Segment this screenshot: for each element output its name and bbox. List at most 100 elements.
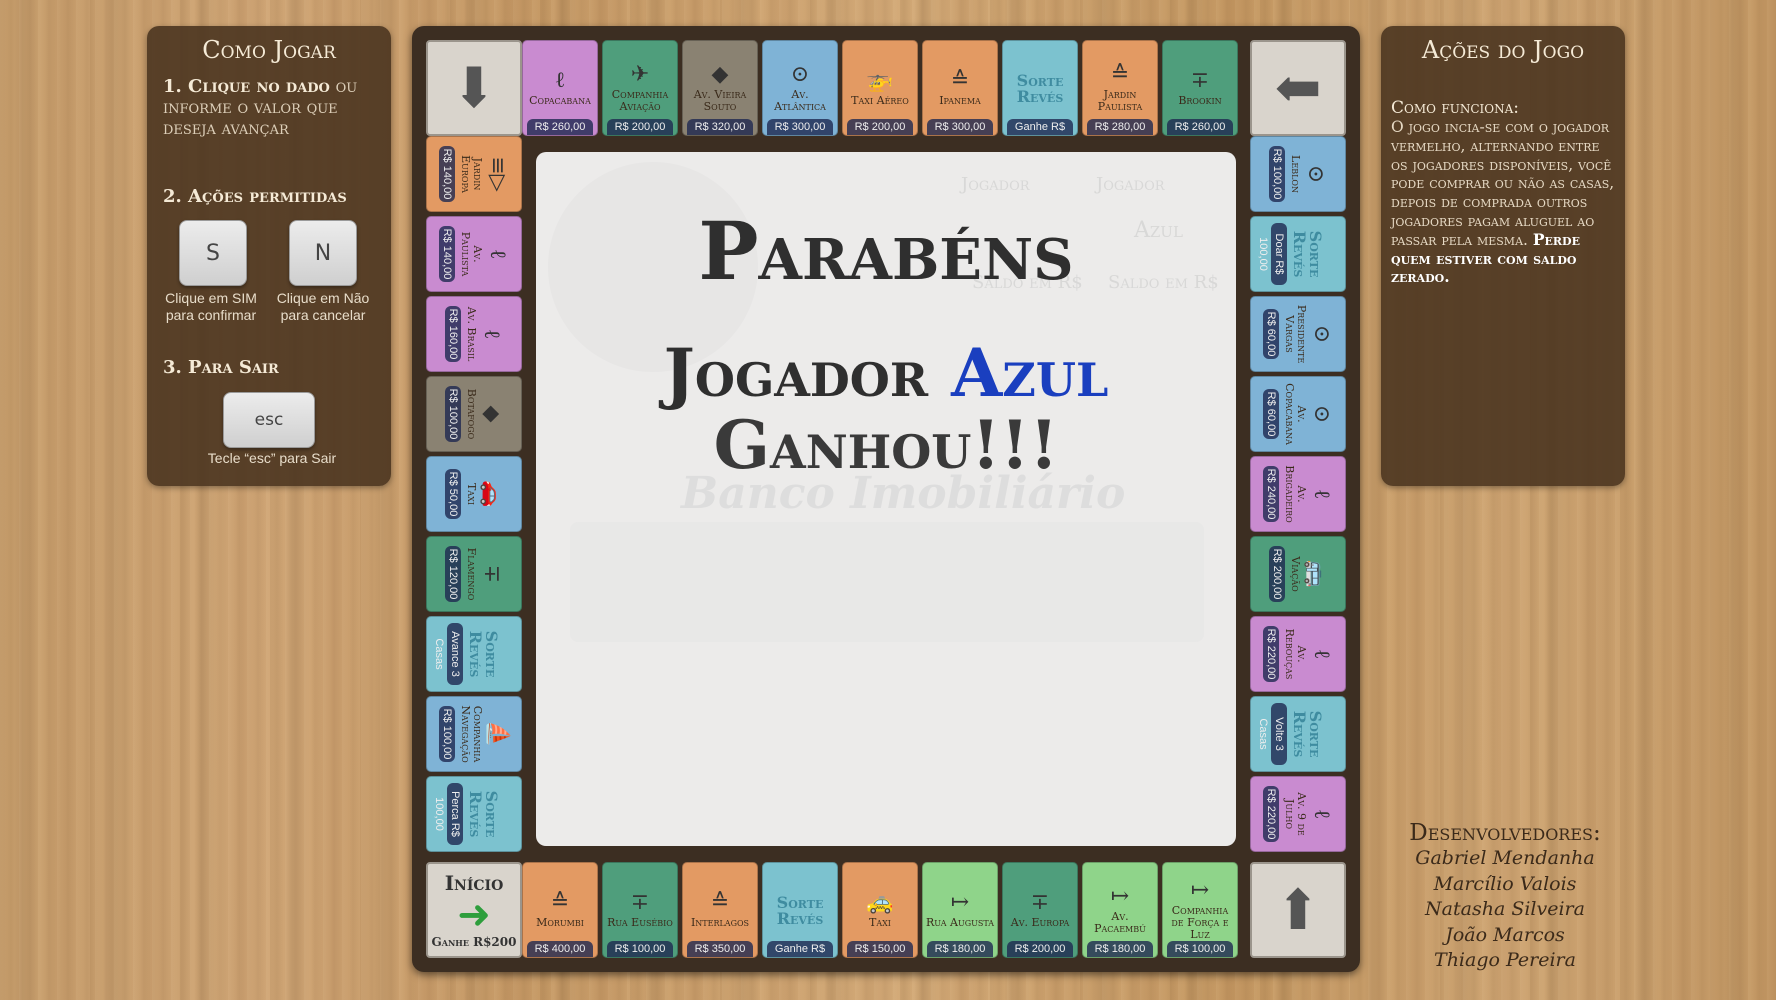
board-cell-content: ℓ Av. Paulista R$ 140,00 [439,223,510,285]
board-cell-name: Sorte Revés [1016,71,1064,106]
board-cell-content: 🚗 Taxi R$ 50,00 [445,463,504,525]
developers-credits: Desenvolvedores: Gabriel Mendanha Marcíl… [1380,820,1630,974]
board-cell-icon: ⊙ [790,62,810,87]
board-cell-price: Perca R$ 100,00 [433,783,463,845]
board-cell: ↦ Av. Pacaembú R$ 180,00 [1082,862,1158,958]
arrow-up-icon: ⬆ [1250,862,1346,958]
arrow-left-icon: ⬅ [1250,40,1346,136]
board-cell-content: ⊙ Leblon R$ 100,00 [1269,143,1328,205]
board-cell-price: R$ 60,00 [1263,308,1279,360]
board-cell-icon: ∓ [1030,890,1050,915]
board-cell-price: R$ 280,00 [1087,119,1153,135]
board-cell-price: Avance 3 Casas [433,623,463,685]
board-cell: 🚕 Taxi R$ 150,00 [842,862,918,958]
board-cell-icon: 🚗 [479,480,504,508]
board-cell: ↦ Rua Augusta R$ 180,00 [922,862,998,958]
yes-key-caption: Clique em SIM para confirmar [165,290,257,323]
developer-name: Natasha Silveira [1425,898,1585,920]
board-cell-content: ℓ Av. Brigadeiro R$ 240,00 [1263,463,1334,525]
board-cell-name: Brookin [1178,94,1222,107]
board-cell-name: Companhia de Força e Luz [1171,904,1229,941]
board-cell-name: Companhia Aviação [611,88,669,113]
step-3-label: 3. Para Sair [163,357,279,378]
board-cell-price: R$ 180,00 [1087,941,1153,957]
board-cell-name: Jardin Europa [459,155,484,193]
board-cell-content: Sorte Revés Perca R$ 100,00 [433,783,501,845]
board-cell-price: R$ 120,00 [445,545,461,603]
board-cell-icon: ≙ [550,890,570,915]
board-cell-icon: ∓ [1190,68,1210,93]
rules-text: O jogo incia-se com o jogador vermelho, … [1391,118,1615,249]
board-cell-price: R$ 220,00 [1263,625,1279,683]
board-cell: ≙ Ipanema R$ 300,00 [922,40,998,136]
game-actions-title: Ações do Jogo [1421,36,1585,64]
ghost-player-blue: Jogador [1096,174,1165,195]
board-cell-name: Sorte Revés [466,790,501,838]
board-cell-price: R$ 300,00 [927,119,993,135]
step-3: 3. Para Sair [163,357,378,378]
board-cell: 🚌 Viação R$ 200,00 [1250,536,1346,612]
how-it-works-text: O jogo incia-se com o jogador vermelho, … [1391,118,1619,287]
board-cell: ℓ Av. Brasil R$ 160,00 [426,296,522,372]
board-cell: ℓ Av. Brigadeiro R$ 240,00 [1250,456,1346,532]
board-cell: ⊙ Presidente Vargas R$ 60,00 [1250,296,1346,372]
board-cell-price: R$ 220,00 [1263,785,1279,843]
arrow-down-icon: ⬇ [426,40,522,136]
board-cell-content: Sorte Revés Avance 3 Casas [433,623,501,685]
step-1-bold: 1. Clique no dado [163,76,330,97]
developer-name: Gabriel Mendanha [1415,847,1595,869]
board-cell-icon: ↦ [1110,884,1130,909]
board-cell-name: Companhia Navegação [459,705,484,763]
board-cell-content: ∓ Flamengo R$ 120,00 [445,543,504,605]
board-cell-icon: ≙ [1110,62,1130,87]
board-cell-icon: ⛵ [485,720,510,748]
board-cell-content: ⛵ Companhia Navegação R$ 100,00 [439,703,510,765]
start-cell: Início ➜ Ganhe R$200 [426,862,522,958]
board-cell-name: Rua Augusta [925,916,995,929]
board-cell-icon: ◆ [479,405,504,423]
board-cell: Sorte Revés Volte 3 Casas [1250,696,1346,772]
board-cell-price: R$ 50,00 [445,468,461,520]
board-cell-price: Volte 3 Casas [1257,703,1287,765]
board-cell: ∓ Flamengo R$ 120,00 [426,536,522,612]
no-key-button[interactable]: N [289,220,357,286]
board-cell-price: R$ 240,00 [1263,465,1279,523]
board-cell: ℓ Copacabana R$ 260,00 [522,40,598,136]
arrow-right-icon: ➜ [457,892,491,938]
board-cell-price: Ganhe R$ 200,00 [1007,119,1073,135]
board-cell-icon: ℓ [1309,488,1334,500]
board-cell-price: R$ 100,00 [1269,145,1285,203]
board-cell-content: Sorte Revés Volte 3 Casas [1257,703,1325,765]
yes-key-button[interactable]: S [179,220,247,286]
board-cell-name: Av. Copacabana [1283,383,1308,445]
esc-key-button[interactable]: esc [223,392,315,448]
board-cell-price: R$ 100,00 [1167,941,1233,957]
board-cell-price: Ganhe R$ 200,00 [767,941,833,957]
board-cell-name: Viação [1289,556,1302,592]
board-cell: ⊙ Av. Atlântica R$ 300,00 [762,40,838,136]
board-cell-name: Jardin Paulista [1097,88,1143,113]
board-cell-icon: 🚁 [866,68,894,93]
board-cell-name: Rua Eusébio [607,916,673,929]
board-cell-name: Interlagos [690,916,750,929]
board-cell: ℓ Av. Paulista R$ 140,00 [426,216,522,292]
board-cell: ⛵ Companhia Navegação R$ 100,00 [426,696,522,772]
board-cell-name: Ipanema [939,94,981,107]
board-cell-price: R$ 260,00 [1167,119,1233,135]
winner-name: Azul [951,334,1109,412]
board-cell-price: R$ 260,00 [527,119,593,135]
step-2: 2. Ações permitidas [163,186,378,207]
how-to-play-title: Como Jogar [202,36,336,64]
developer-name: Thiago Pereira [1434,949,1576,971]
board-cell-content: ◆ Botafogo R$ 100,00 [445,383,504,445]
board-cell-icon: ∓ [479,564,504,584]
board-cell-price: R$ 400,00 [527,941,593,957]
board-cell-content: ⊙ Presidente Vargas R$ 60,00 [1263,303,1334,365]
board-cell-icon: ↦ [950,890,970,915]
board-cell-icon: 🚌 [1303,560,1328,588]
board-cell: Sorte Revés Avance 3 Casas [426,616,522,692]
board-cell-price: R$ 100,00 [439,705,455,763]
board-cell-icon: ℓ [554,68,566,93]
board-cell-price: R$ 200,00 [1007,941,1073,957]
board-cell-price: R$ 200,00 [607,119,673,135]
